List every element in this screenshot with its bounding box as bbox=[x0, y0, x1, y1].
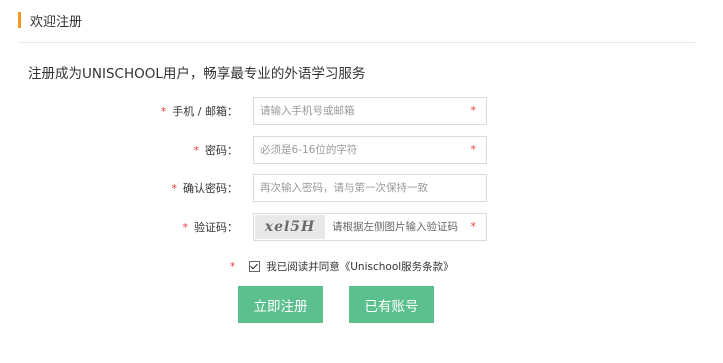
account-row: * 手机 / 邮箱： * bbox=[0, 97, 723, 125]
register-button[interactable]: 立即注册 bbox=[238, 286, 323, 323]
agreement-row: * 我已阅读并同意《Unischool服务条款》 bbox=[230, 259, 454, 274]
account-label-text: 手机 / 邮箱： bbox=[172, 105, 238, 118]
header-divider bbox=[18, 42, 695, 43]
confirm-password-row: * 确认密码： bbox=[0, 174, 723, 202]
captcha-required-mark: * bbox=[470, 220, 477, 233]
captcha-label-text: 验证码： bbox=[194, 221, 238, 234]
captcha-row: * 验证码： xel5H * bbox=[0, 213, 723, 241]
confirm-password-field bbox=[253, 174, 487, 202]
existing-account-button[interactable]: 已有账号 bbox=[349, 286, 434, 323]
required-mark: * bbox=[230, 260, 236, 273]
password-required-mark: * bbox=[470, 143, 477, 156]
password-row: * 密码： * bbox=[0, 136, 723, 164]
confirm-password-input[interactable] bbox=[254, 175, 485, 201]
captcha-label: * 验证码： bbox=[183, 219, 239, 235]
agreement-text[interactable]: 我已阅读并同意《Unischool服务条款》 bbox=[266, 259, 453, 274]
confirm-password-label: * 确认密码： bbox=[172, 180, 239, 196]
page-header: 欢迎注册 bbox=[18, 11, 83, 30]
registration-subtitle: 注册成为UNISCHOOL用户，畅享最专业的外语学习服务 bbox=[28, 66, 366, 82]
captcha-input[interactable] bbox=[332, 214, 462, 240]
header-accent-bar bbox=[18, 12, 21, 28]
account-input[interactable] bbox=[254, 98, 460, 124]
confirm-password-label-text: 确认密码： bbox=[183, 182, 238, 195]
account-label: * 手机 / 邮箱： bbox=[161, 103, 238, 119]
account-field: * bbox=[253, 97, 487, 125]
required-mark: * bbox=[182, 221, 189, 234]
required-mark: * bbox=[171, 182, 178, 195]
password-label: * 密码： bbox=[194, 142, 239, 158]
required-mark: * bbox=[193, 144, 200, 157]
captcha-image[interactable]: xel5H bbox=[255, 215, 325, 239]
account-required-mark: * bbox=[470, 104, 477, 117]
password-input[interactable] bbox=[254, 137, 460, 163]
captcha-field: xel5H * bbox=[253, 213, 487, 241]
password-label-text: 密码： bbox=[205, 144, 238, 157]
password-field: * bbox=[253, 136, 487, 164]
page-title: 欢迎注册 bbox=[30, 14, 83, 30]
agreement-checkbox[interactable] bbox=[249, 261, 261, 272]
required-mark: * bbox=[160, 105, 167, 118]
